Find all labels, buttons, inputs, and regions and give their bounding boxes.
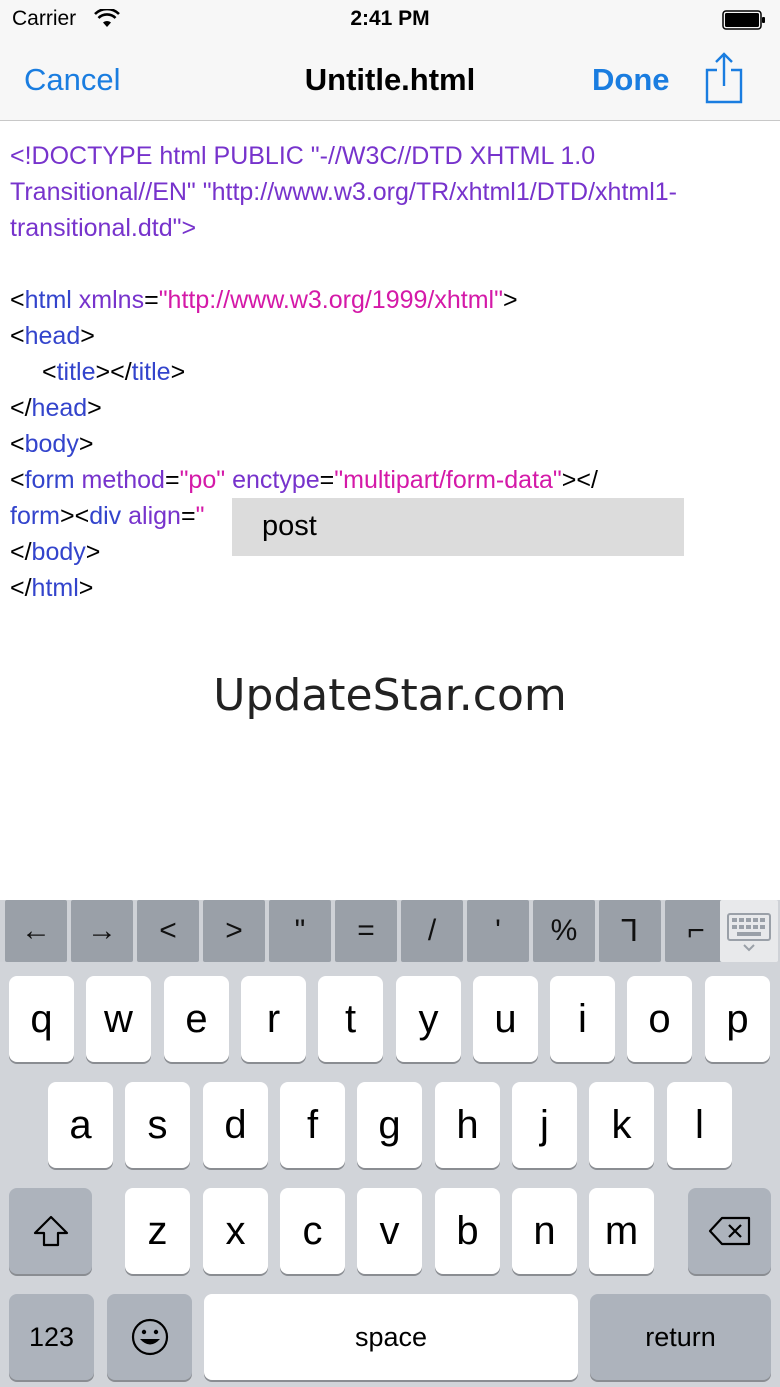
double-quote-key[interactable]: ": [269, 900, 331, 962]
key-z[interactable]: z: [125, 1188, 190, 1274]
key-w[interactable]: w: [86, 976, 151, 1062]
code-line: <form method="po" enctype="multipart/for…: [10, 466, 598, 494]
code-line: <!DOCTYPE html PUBLIC "-//W3C//DTD XHTML…: [10, 142, 596, 170]
arrow-left-key[interactable]: ←: [5, 900, 67, 962]
keyboard-icon: [727, 913, 771, 952]
arrow-right-key[interactable]: →: [71, 900, 133, 962]
hide-keyboard-button[interactable]: [720, 900, 778, 962]
percent-key[interactable]: %: [533, 900, 595, 962]
key-u[interactable]: u: [473, 976, 538, 1062]
equals-key[interactable]: =: [335, 900, 397, 962]
code-line: <body>: [10, 430, 94, 458]
cursor-back-key[interactable]: ⅂: [599, 900, 661, 962]
key-n[interactable]: n: [512, 1188, 577, 1274]
code-line: <html xmlns="http://www.w3.org/1999/xhtm…: [10, 286, 518, 314]
code-line: <title></title>: [42, 358, 186, 386]
cursor-forward-key[interactable]: ⌐: [665, 900, 727, 962]
key-f[interactable]: f: [280, 1082, 345, 1168]
numbers-key[interactable]: 123: [9, 1294, 94, 1380]
key-i[interactable]: i: [550, 976, 615, 1062]
code-line: <head>: [10, 322, 95, 350]
key-t[interactable]: t: [318, 976, 383, 1062]
code-line: </head>: [10, 394, 102, 422]
status-bar: Carrier 2:41 PM: [0, 0, 780, 40]
watermark: UpdateStar.com: [213, 670, 567, 721]
key-q[interactable]: q: [9, 976, 74, 1062]
less-than-key[interactable]: <: [137, 900, 199, 962]
key-a[interactable]: a: [48, 1082, 113, 1168]
done-button[interactable]: Done: [592, 62, 670, 98]
slash-key[interactable]: /: [401, 900, 463, 962]
key-x[interactable]: x: [203, 1188, 268, 1274]
key-p[interactable]: p: [705, 976, 770, 1062]
key-c[interactable]: c: [280, 1188, 345, 1274]
emoji-key[interactable]: [107, 1294, 192, 1380]
key-v[interactable]: v: [357, 1188, 422, 1274]
key-h[interactable]: h: [435, 1082, 500, 1168]
autocomplete-item-post[interactable]: post: [262, 510, 317, 543]
shift-key[interactable]: [9, 1188, 92, 1274]
backspace-icon: [708, 1216, 750, 1246]
key-b[interactable]: b: [435, 1188, 500, 1274]
status-time: 2:41 PM: [350, 7, 430, 30]
on-screen-keyboard: q w e r t y u i o p a s d f g h j k l z …: [0, 962, 780, 1387]
navigation-bar: Cancel Untitle.html Done: [0, 40, 780, 121]
space-key[interactable]: space: [204, 1294, 578, 1380]
key-y[interactable]: y: [396, 976, 461, 1062]
key-o[interactable]: o: [627, 976, 692, 1062]
autocomplete-popup: post: [232, 498, 684, 556]
key-j[interactable]: j: [512, 1082, 577, 1168]
key-m[interactable]: m: [589, 1188, 654, 1274]
key-r[interactable]: r: [241, 976, 306, 1062]
backspace-key[interactable]: [688, 1188, 771, 1274]
greater-than-key[interactable]: >: [203, 900, 265, 962]
share-icon[interactable]: [704, 52, 744, 104]
code-line: transitional.dtd">: [10, 214, 197, 242]
key-g[interactable]: g: [357, 1082, 422, 1168]
single-quote-key[interactable]: ': [467, 900, 529, 962]
shift-icon: [33, 1215, 68, 1247]
key-s[interactable]: s: [125, 1082, 190, 1168]
key-k[interactable]: k: [589, 1082, 654, 1168]
key-d[interactable]: d: [203, 1082, 268, 1168]
code-line: Transitional//EN" "http://www.w3.org/TR/…: [10, 178, 677, 206]
battery-icon: [722, 10, 765, 30]
emoji-icon: [131, 1318, 168, 1356]
key-l[interactable]: l: [667, 1082, 732, 1168]
keyboard-accessory-bar: ← → < > " = / ' % ⅂ ⌐: [0, 900, 780, 962]
key-e[interactable]: e: [164, 976, 229, 1062]
code-line: </html>: [10, 574, 94, 602]
return-key[interactable]: return: [590, 1294, 771, 1380]
